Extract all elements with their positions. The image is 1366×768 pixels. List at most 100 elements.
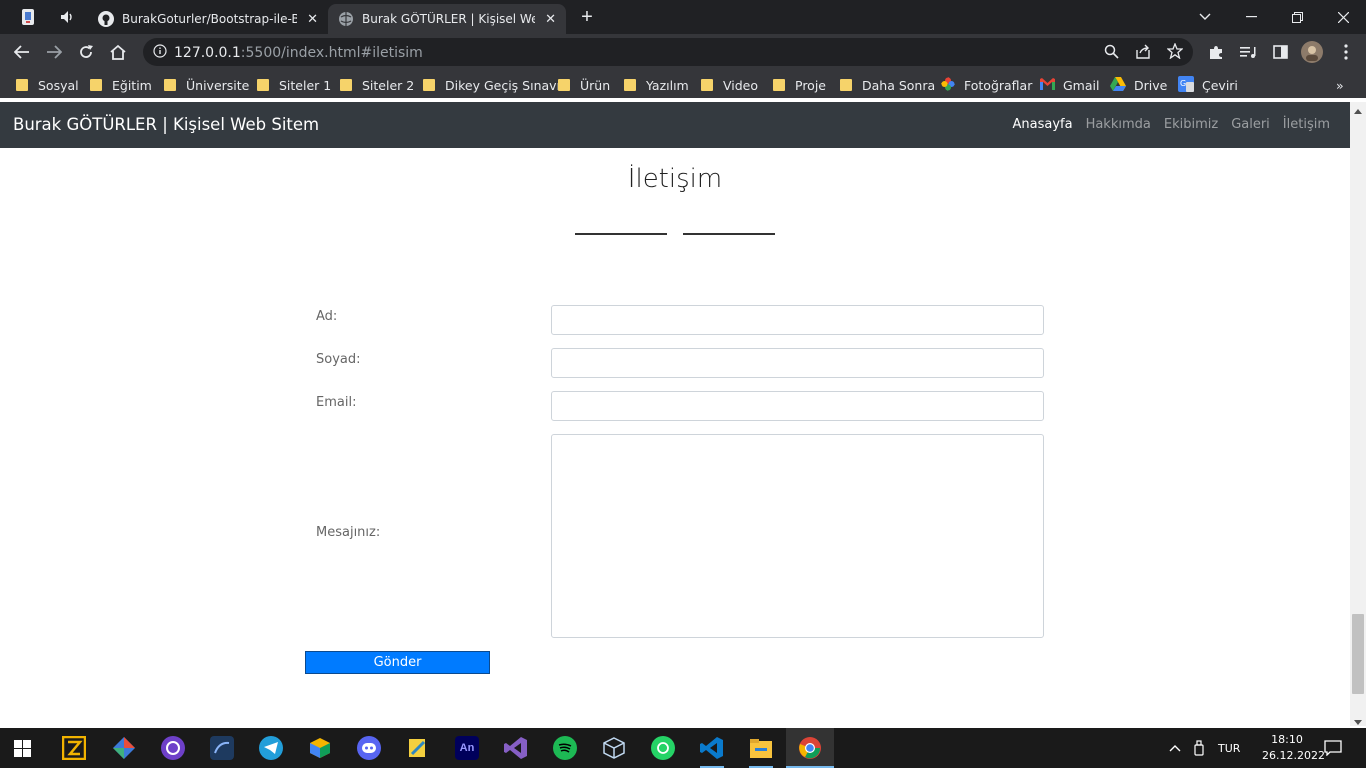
extensions-puzzle-icon[interactable]: [1204, 40, 1228, 64]
github-desktop-icon[interactable]: [161, 736, 185, 760]
pinwheel-photos-icon: [940, 76, 956, 95]
windows-start-icon[interactable]: [14, 740, 31, 762]
clock-time: 18:10: [1271, 733, 1303, 746]
chrome-icon[interactable]: [798, 736, 822, 760]
nav-link-ekibimiz[interactable]: Ekibimiz: [1164, 117, 1218, 132]
email-label: Email:: [316, 395, 357, 410]
system-clock[interactable]: 18:10 26.12.2022: [1262, 732, 1325, 764]
bookmark-fotograflar[interactable]: Fotoğraflar: [940, 76, 1032, 94]
close-window-icon[interactable]: [1320, 0, 1366, 34]
media-queue-icon[interactable]: [1236, 40, 1260, 64]
bookmark-label: Ürün: [580, 77, 611, 93]
folder-icon: [423, 79, 435, 91]
bookmark-folder-video[interactable]: Video: [701, 76, 758, 94]
nav-link-hakkimda[interactable]: Hakkımda: [1086, 117, 1151, 132]
bookmark-folder-siteler1[interactable]: Siteler 1: [257, 76, 331, 94]
visual-studio-icon[interactable]: [504, 736, 528, 760]
bookmark-gmail[interactable]: Gmail: [1040, 76, 1099, 94]
file-explorer-icon[interactable]: [749, 736, 773, 760]
url-host: 127.0.0.1: [174, 45, 241, 61]
forward-arrow-icon[interactable]: [42, 40, 66, 64]
bookmarks-overflow-chevron-icon[interactable]: »: [1336, 76, 1344, 94]
bookmark-folder-egitim[interactable]: Eğitim: [90, 76, 152, 94]
folder-icon: [624, 79, 636, 91]
bookmark-label: Fotoğraflar: [964, 77, 1033, 93]
new-tab-plus-icon[interactable]: +: [576, 6, 598, 28]
site-brand[interactable]: Burak GÖTÜRLER | Kişisel Web Sitem: [13, 115, 319, 134]
audio-speaker-icon[interactable]: [55, 6, 81, 28]
bookmark-label: Proje: [795, 77, 826, 93]
usb-device-icon[interactable]: [1192, 728, 1206, 768]
nav-link-anasayfa[interactable]: Anasayfa: [1012, 117, 1072, 132]
bookmark-label: Eğitim: [112, 77, 152, 93]
bookmark-folder-siteler2[interactable]: Siteler 2: [340, 76, 414, 94]
bookmark-folder-daha-sonra[interactable]: Daha Sonra: [840, 76, 935, 94]
bookmark-folder-urun[interactable]: Ürün: [558, 76, 610, 94]
site-info-icon[interactable]: [153, 44, 167, 63]
github-icon: [98, 11, 114, 27]
reload-icon[interactable]: [74, 40, 98, 64]
folder-icon: [90, 79, 102, 91]
bookmark-star-icon[interactable]: [1166, 42, 1184, 64]
tab-active-site[interactable]: Burak GÖTÜRLER | Kişisel Web Site ✕: [328, 4, 566, 34]
back-arrow-icon[interactable]: [10, 40, 34, 64]
site-navbar: Burak GÖTÜRLER | Kişisel Web Sitem Anasa…: [0, 102, 1350, 148]
vscode-icon[interactable]: [700, 736, 724, 760]
bookmark-folder-universite[interactable]: Üniversite: [164, 76, 249, 94]
scroll-down-arrow-icon[interactable]: [1352, 714, 1364, 725]
bookmark-label: Siteler 1: [279, 77, 332, 93]
language-indicator[interactable]: TUR: [1218, 728, 1240, 768]
mesaj-textarea[interactable]: [551, 434, 1044, 638]
google-translate-icon: G: [1178, 75, 1194, 95]
tab-search-chevron-icon[interactable]: [1182, 0, 1228, 34]
close-icon[interactable]: ✕: [307, 12, 318, 27]
nav-link-iletisim[interactable]: İletişim: [1283, 117, 1330, 132]
virtualbox-cube-icon[interactable]: [602, 736, 626, 760]
notifications-icon[interactable]: [1322, 728, 1344, 768]
email-input[interactable]: [551, 391, 1044, 421]
bookmark-drive[interactable]: Drive: [1110, 76, 1167, 94]
mesaj-label: Mesajınız:: [316, 525, 381, 540]
bookmark-folder-sosyal[interactable]: Sosyal: [16, 76, 79, 94]
bookmark-label: Sosyal: [38, 77, 79, 93]
bookmark-folder-dikey-gecis[interactable]: Dikey Geçiş Sınavı: [423, 76, 560, 94]
3d-cube-app-icon[interactable]: [308, 736, 332, 760]
filezilla-like-icon[interactable]: [62, 736, 86, 760]
side-panel-icon[interactable]: [1268, 40, 1292, 64]
share-icon[interactable]: [1135, 44, 1151, 64]
bookmark-folder-yazilim[interactable]: Yazılım: [624, 76, 689, 94]
gonder-button[interactable]: Gönder: [305, 651, 490, 674]
home-icon[interactable]: [106, 40, 130, 64]
restore-icon[interactable]: [1274, 0, 1320, 34]
scrollbar-thumb[interactable]: [1352, 614, 1364, 694]
tray-overflow-chevron-icon[interactable]: [1166, 728, 1184, 768]
notes-tool-icon[interactable]: [406, 736, 430, 760]
adobe-animate-icon[interactable]: An: [455, 736, 479, 760]
folder-icon: [164, 79, 176, 91]
kebab-menu-icon[interactable]: [1334, 40, 1358, 64]
zoom-icon[interactable]: [1104, 44, 1119, 64]
bookmark-ceviri[interactable]: G Çeviri: [1178, 75, 1238, 95]
discord-icon[interactable]: [357, 736, 381, 760]
bookmark-folder-proje[interactable]: Proje: [773, 76, 826, 94]
address-bar[interactable]: 127.0.0.1:5500/index.html#iletisim: [143, 38, 1193, 66]
scroll-up-arrow-icon[interactable]: [1352, 104, 1364, 114]
close-icon[interactable]: ✕: [545, 12, 556, 27]
ad-input[interactable]: [551, 305, 1044, 335]
telegram-icon[interactable]: [259, 736, 283, 760]
svg-text:G: G: [1180, 79, 1186, 88]
nav-link-galeri[interactable]: Galeri: [1231, 117, 1270, 132]
bookmark-label: Çeviri: [1202, 77, 1238, 93]
minimize-icon[interactable]: [1228, 0, 1274, 34]
mysql-workbench-icon[interactable]: [210, 736, 234, 760]
git-kraken-icon[interactable]: [112, 736, 136, 760]
spotify-icon[interactable]: [553, 736, 577, 760]
profile-avatar[interactable]: [1300, 40, 1324, 64]
bookmark-label: Video: [723, 77, 759, 93]
soyad-input[interactable]: [551, 348, 1044, 378]
tab-search-icon[interactable]: [14, 6, 42, 28]
url-path: :5500/index.html#iletisim: [240, 45, 423, 61]
whatsapp-icon[interactable]: [651, 736, 675, 760]
gmail-icon: [1040, 77, 1055, 93]
tab-github[interactable]: BurakGoturler/Bootstrap-ile-Basit ✕: [88, 4, 328, 34]
